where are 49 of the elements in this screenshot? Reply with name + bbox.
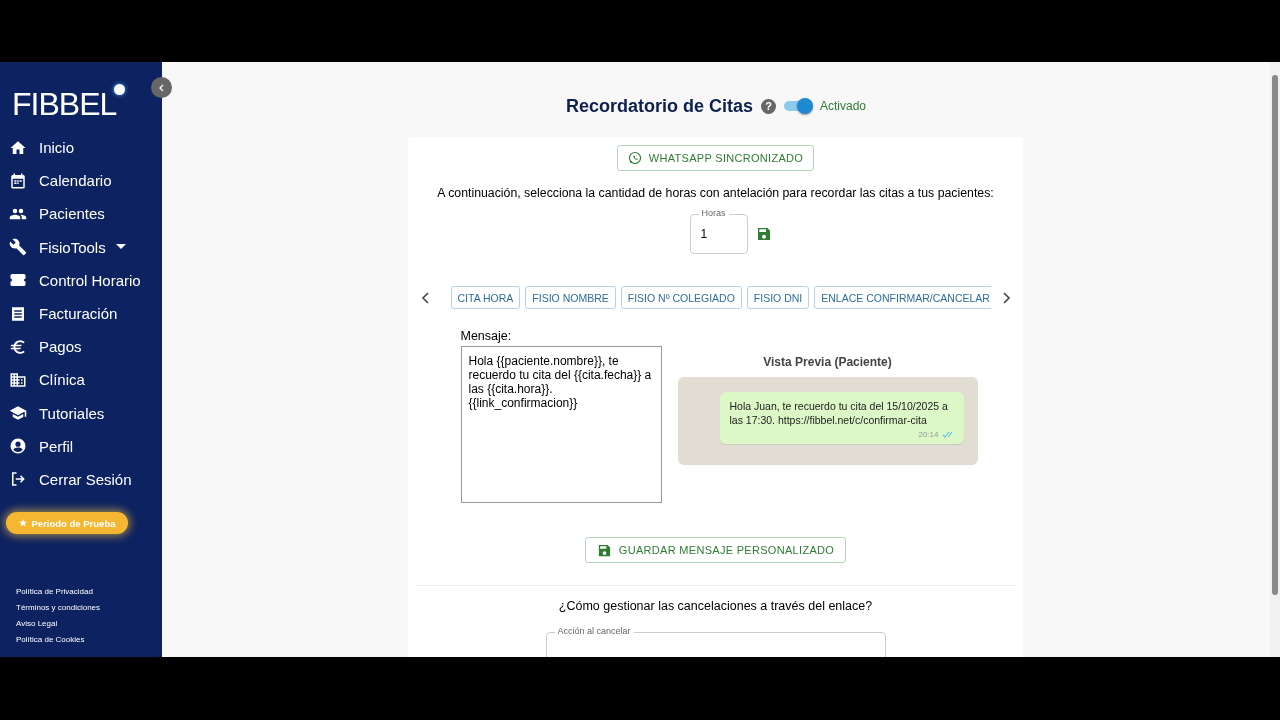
instruction-text: A continuación, selecciona la cantidad de horas con antelación para recordar las citas a tus pacientes:: [437, 186, 994, 200]
whatsapp-button[interactable]: WHATSAPP SINCRONIZADO: [616, 145, 815, 171]
scrollbar[interactable]: [1270, 62, 1280, 657]
nav-item[interactable]: Clínica: [0, 363, 162, 397]
variable-chip[interactable]: CITA HORA: [450, 286, 521, 309]
footer-link[interactable]: Términos y condiciones: [16, 602, 162, 615]
message-label: Mensaje:: [460, 329, 513, 343]
preview-title: Vista Previa (Paciente): [763, 355, 892, 369]
nav-item[interactable]: Tutoriales: [0, 396, 162, 430]
logout-icon: [9, 470, 27, 489]
cancellation-question: ¿Cómo gestionar las cancelaciones a través del enlace?: [558, 599, 873, 613]
variable-chip[interactable]: FISIO DNI: [746, 286, 810, 309]
save-message-button[interactable]: GUARDAR MENSAJE PERSONALIZADO: [584, 537, 847, 563]
logo: FIBBEL: [12, 88, 117, 120]
save-icon: [596, 542, 612, 558]
nav-item[interactable]: Perfil: [0, 429, 162, 463]
nav-item[interactable]: Cerrar Sesión: [0, 462, 162, 497]
footer-link[interactable]: Política de Privacidad: [16, 586, 162, 599]
receipt-icon: [9, 304, 27, 323]
scroll-right-icon[interactable]: [1000, 291, 1011, 304]
logo-dot-icon: [114, 84, 126, 95]
toggle-switch[interactable]: [784, 98, 812, 114]
toggle-label: Activado: [820, 99, 867, 113]
chevron-left-icon: [157, 83, 166, 92]
save-icon[interactable]: [755, 226, 772, 242]
euro-icon: [9, 337, 27, 356]
wrench-icon: [9, 238, 27, 257]
nav-item[interactable]: Facturación: [0, 296, 162, 331]
calendar-icon: [9, 171, 27, 190]
variable-chip[interactable]: FISIO Nº COLEGIADO: [620, 286, 742, 309]
footer-link[interactable]: Política de Cookies: [16, 634, 162, 647]
footer-link[interactable]: Aviso Legal: [16, 618, 162, 631]
scroll-left-icon[interactable]: [420, 291, 431, 304]
nav-item[interactable]: Calendario: [0, 164, 162, 198]
message-text: Hola Juan, te recuerdo tu cita del 15/10/2025 a las 17:30. https://fibbel.net/c/confirmar-cita: [729, 399, 949, 427]
variable-chip[interactable]: ENLACE CONFIRMAR/CANCELAR: [814, 286, 991, 309]
user-icon: [9, 437, 27, 456]
page-title: Recordatorio de Citas: [565, 95, 753, 117]
help-icon[interactable]: ?: [761, 98, 776, 114]
nav-item[interactable]: Control Horario: [0, 263, 162, 297]
nav-item[interactable]: Pagos: [0, 330, 162, 364]
building-icon: [9, 370, 27, 389]
message-field[interactable]: Hola {{paciente.nombre}}, te recuerdo tu cita del {{cita.fecha}} a las {{cita.hora}}. {{link_confirmacion}}: [460, 346, 662, 503]
nav-item[interactable]: Pacientes: [0, 197, 162, 231]
whatsapp-icon: [627, 151, 642, 165]
message-time: 20:14: [918, 430, 939, 439]
variable-chip[interactable]: FISIO NOMBRE: [525, 286, 616, 309]
nav-item[interactable]: FisioTools: [0, 230, 162, 264]
nav-item[interactable]: Inicio: [0, 131, 162, 165]
